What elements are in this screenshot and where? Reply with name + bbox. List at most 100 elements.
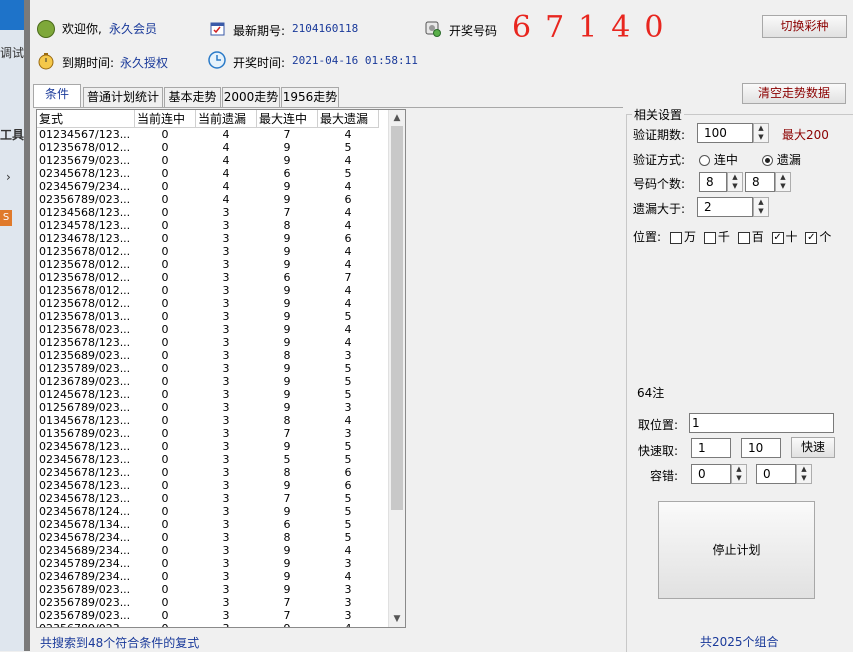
position-bai-checkbox[interactable]: [737, 231, 750, 244]
table-row[interactable]: 01345678/123... 0 3 8 4: [37, 414, 379, 427]
tab-1956-trend[interactable]: 1956走势: [281, 87, 339, 107]
table-row[interactable]: 01235678/012... 0 3 9 4: [37, 245, 379, 258]
combo-cell: 02346789/234...: [39, 570, 131, 583]
quick-take-from-input[interactable]: 1: [691, 438, 731, 458]
stop-plan-button[interactable]: 停止计划: [658, 501, 815, 599]
value-cell: 3: [222, 440, 230, 453]
value-cell: 0: [135, 622, 196, 627]
table-row[interactable]: 01234578/123... 0 3 8 4: [37, 219, 379, 232]
table-row[interactable]: 02345678/123... 0 3 8 6: [37, 466, 379, 479]
tab-conditions[interactable]: 条件: [33, 84, 81, 108]
table-row[interactable]: 01235678/012... 0 3 6 7: [37, 271, 379, 284]
table-row[interactable]: 01235678/023... 0 3 9 4: [37, 323, 379, 336]
value-cell: 3: [222, 375, 230, 388]
table-row[interactable]: 02356789/023...0394: [37, 622, 379, 627]
combo-cell: 02356789/023...: [37, 622, 135, 627]
mode-option-hits[interactable]: 连中: [699, 151, 738, 168]
scroll-up-icon[interactable]: ▲: [389, 110, 405, 126]
table-row[interactable]: 01256789/023... 0 3 9 3: [37, 401, 379, 414]
table-row[interactable]: 02345678/123... 0 4 6 5: [37, 167, 379, 180]
number-count-spinner-2[interactable]: ▲ ▼: [775, 172, 791, 192]
table-row[interactable]: 01235678/123... 0 3 9 4: [37, 336, 379, 349]
value-cell: 9: [283, 570, 291, 583]
mode-miss-radio[interactable]: [762, 155, 773, 166]
value-cell: 0: [161, 154, 169, 167]
value-cell: 4: [344, 219, 352, 232]
table-row[interactable]: 01245678/123... 0 3 9 5: [37, 388, 379, 401]
draw-time-value: 2021-04-16 01:58:11: [292, 54, 418, 67]
verify-periods-spinner[interactable]: ▲ ▼: [753, 123, 769, 143]
number-count-spinner-1[interactable]: ▲ ▼: [727, 172, 743, 192]
value-cell: 3: [222, 544, 230, 557]
column-header-current-miss[interactable]: 当前遗漏: [195, 110, 257, 128]
table-row[interactable]: 01235678/012... 0 4 9 5: [37, 141, 379, 154]
table-row[interactable]: 02345689/234... 0 3 9 4: [37, 544, 379, 557]
number-count-input-2[interactable]: 8: [745, 172, 775, 192]
column-header-max-miss[interactable]: 最大遗漏: [317, 110, 379, 128]
table-row[interactable]: 01235678/012... 0 3 9 4: [37, 284, 379, 297]
value-cell: 3: [222, 557, 230, 570]
table-row[interactable]: 02345678/123... 0 3 5 5: [37, 453, 379, 466]
table-row[interactable]: 02356789/023... 0 3 7 3: [37, 596, 379, 609]
position-shi-checkbox[interactable]: ✓: [771, 231, 784, 244]
table-row[interactable]: 01234678/123... 0 3 9 6: [37, 232, 379, 245]
column-header-max-hits[interactable]: 最大连中: [256, 110, 318, 128]
table-row[interactable]: 02356789/023... 0 4 9 6: [37, 193, 379, 206]
table-vertical-scrollbar[interactable]: ▲ ▼: [388, 110, 405, 627]
table-row[interactable]: 01234567/123... 0 4 7 4: [37, 128, 379, 142]
column-header-combo[interactable]: 复式: [37, 110, 135, 128]
value-cell: 6: [344, 466, 352, 479]
miss-greater-spinner[interactable]: ▲ ▼: [753, 197, 769, 217]
position-wan-checkbox[interactable]: [670, 231, 682, 244]
table-row[interactable]: 02356789/023... 0 3 9 3: [37, 583, 379, 596]
verify-periods-input[interactable]: 100: [697, 123, 753, 143]
number-count-input-1[interactable]: 8: [699, 172, 727, 192]
tab-basic-trend[interactable]: 基本走势: [164, 87, 221, 107]
table-row[interactable]: 01234568/123... 0 3 7 4: [37, 206, 379, 219]
table-row[interactable]: 01235789/023... 0 3 9 5: [37, 362, 379, 375]
table-row[interactable]: 02345678/123... 0 3 9 6: [37, 479, 379, 492]
table-row[interactable]: 01235678/012... 0 3 9 4: [37, 258, 379, 271]
table-row[interactable]: 01235679/023... 0 4 9 4: [37, 154, 379, 167]
tab-2000-trend[interactable]: 2000走势: [222, 87, 280, 107]
column-header-current-hits[interactable]: 当前连中: [134, 110, 196, 128]
value-cell: 5: [344, 167, 352, 180]
miss-greater-input[interactable]: 2: [697, 197, 753, 217]
table-row[interactable]: 02345789/234... 0 3 9 3: [37, 557, 379, 570]
tolerance-spinner-2[interactable]: ▲ ▼: [796, 464, 812, 484]
value-cell: 3: [222, 232, 230, 245]
tolerance-input-2[interactable]: 0: [756, 464, 796, 484]
quick-take-to-input[interactable]: 10: [741, 438, 781, 458]
table-row[interactable]: 02345678/123... 0 3 7 5: [37, 492, 379, 505]
value-cell: 3: [344, 583, 352, 596]
table-row[interactable]: 02345679/234... 0 4 9 4: [37, 180, 379, 193]
mode-hits-radio[interactable]: [699, 155, 710, 166]
tolerance-input-1[interactable]: 0: [691, 464, 731, 484]
take-position-input[interactable]: 1: [689, 413, 834, 433]
table-row[interactable]: 02346789/234... 0 3 9 4: [37, 570, 379, 583]
scroll-down-icon[interactable]: ▼: [389, 611, 405, 627]
position-ge-checkbox[interactable]: ✓: [805, 231, 818, 244]
table-row[interactable]: 01356789/023... 0 3 7 3: [37, 427, 379, 440]
table-row[interactable]: 02345678/124... 0 3 9 5: [37, 505, 379, 518]
tab-plan-stats[interactable]: 普通计划统计: [83, 87, 163, 107]
table-row[interactable]: 02345678/234... 0 3 8 5: [37, 531, 379, 544]
tolerance-spinner-1[interactable]: ▲ ▼: [731, 464, 747, 484]
table-row[interactable]: 02345678/134... 0 3 6 5: [37, 518, 379, 531]
table-row[interactable]: 01236789/023... 0 3 9 5: [37, 375, 379, 388]
mode-option-miss[interactable]: 遗漏: [762, 151, 801, 168]
quick-take-button[interactable]: 快速: [791, 437, 835, 458]
switch-lottery-button[interactable]: 切换彩种: [762, 15, 847, 38]
combo-cell: 01235678/013...: [39, 310, 131, 323]
scrollbar-thumb[interactable]: [391, 126, 403, 510]
value-cell: 9: [283, 141, 291, 154]
position-qian-checkbox[interactable]: [703, 231, 716, 244]
value-cell: 3: [222, 583, 230, 596]
table-row[interactable]: 01235689/023... 0 3 8 3: [37, 349, 379, 362]
table-row[interactable]: 02345678/123... 0 3 9 5: [37, 440, 379, 453]
value-cell: 0: [161, 518, 169, 531]
table-row[interactable]: 01235678/012... 0 3 9 4: [37, 297, 379, 310]
clear-trend-data-button[interactable]: 清空走势数据: [742, 83, 846, 104]
table-row[interactable]: 01235678/013... 0 3 9 5: [37, 310, 379, 323]
table-row[interactable]: 02356789/023... 0 3 7 3: [37, 609, 379, 622]
